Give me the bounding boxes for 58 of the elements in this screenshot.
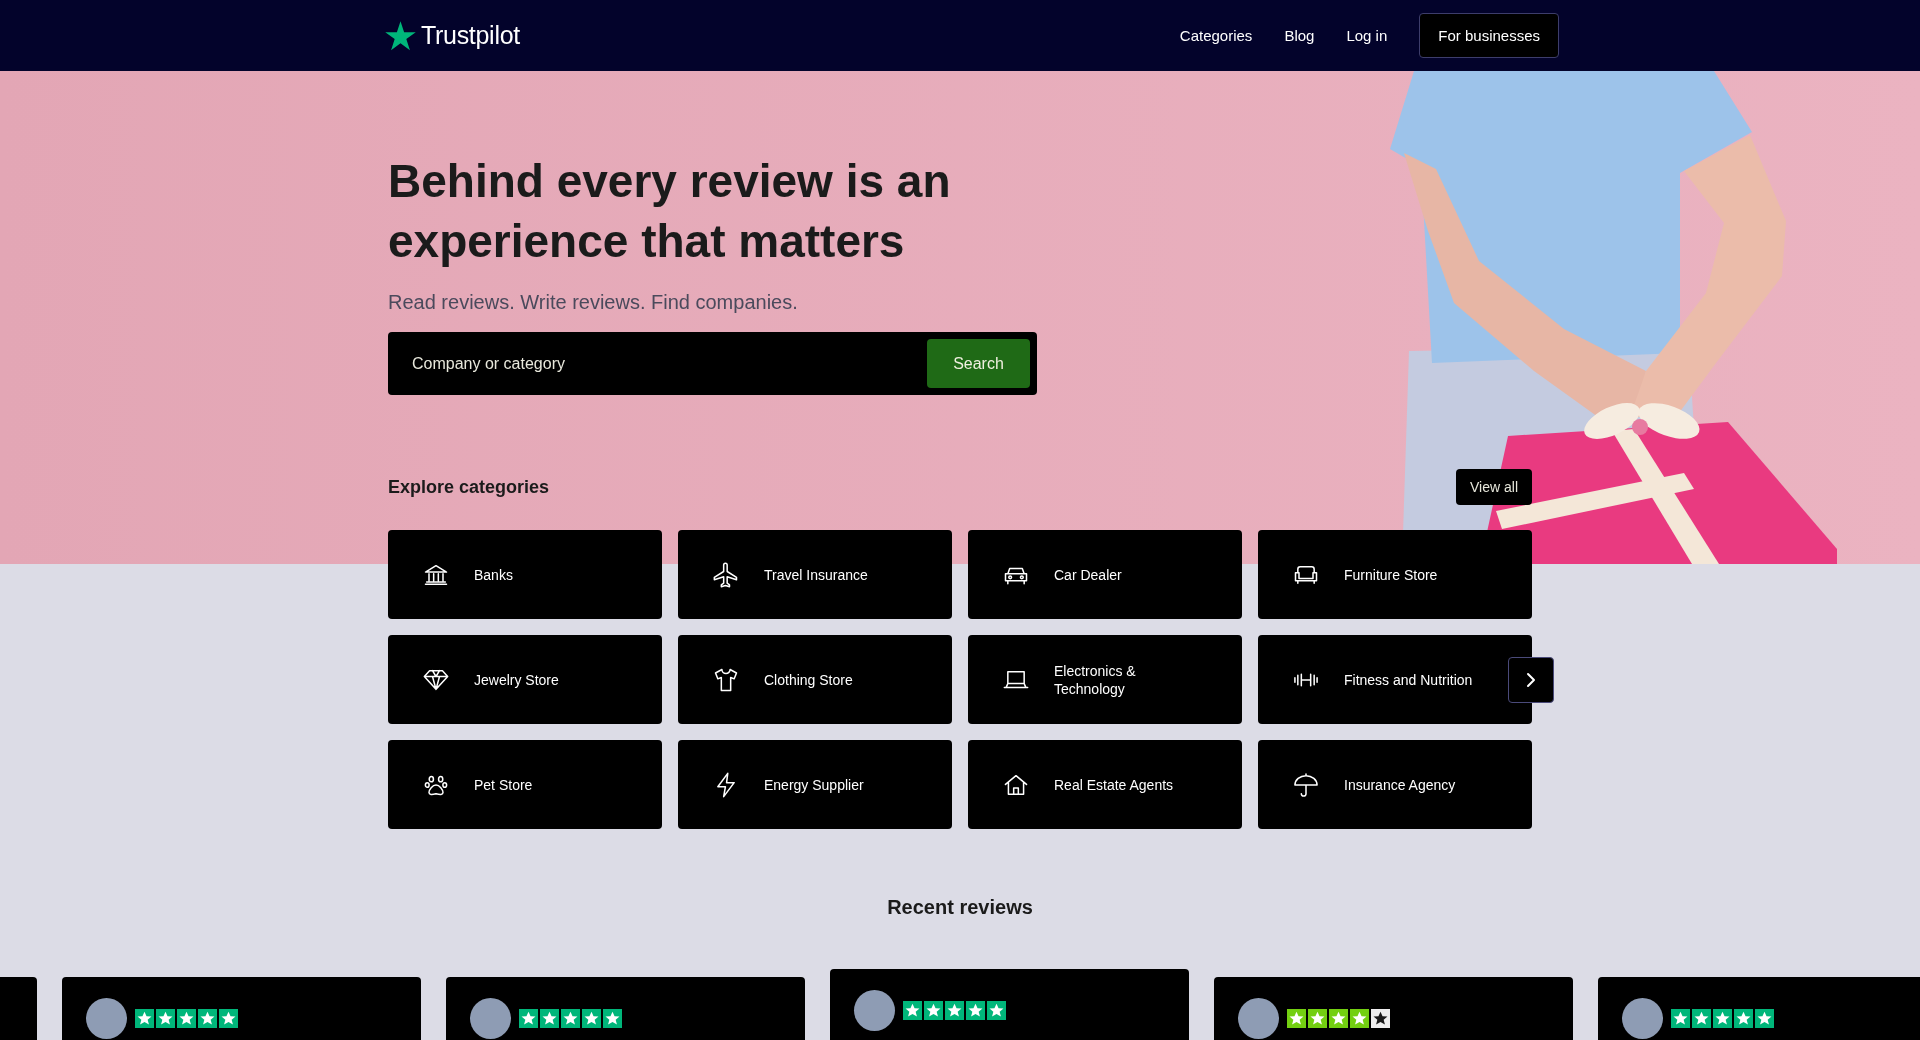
star-icon [198, 1009, 217, 1028]
star-icon [1308, 1009, 1327, 1028]
star-icon [1755, 1009, 1774, 1028]
category-card[interactable]: Insurance Agency [1258, 740, 1532, 829]
star-icon [135, 1009, 154, 1028]
star-icon [1329, 1009, 1348, 1028]
nav-link[interactable]: Blog [1284, 27, 1315, 44]
search-button[interactable]: Search [927, 339, 1030, 388]
star-icon [219, 1009, 238, 1028]
avatar-placeholder [1622, 998, 1663, 1039]
chevron-right-icon [1526, 672, 1536, 688]
star-icon [603, 1009, 622, 1028]
airplane-icon [712, 560, 740, 589]
avatar-placeholder [854, 990, 895, 1031]
star-icon [1287, 1009, 1306, 1028]
section-heading: Explore categories [388, 476, 550, 499]
star-icon [519, 1009, 538, 1028]
next-button[interactable] [1508, 657, 1554, 703]
star-icon [156, 1009, 175, 1028]
star-icon [1692, 1009, 1711, 1028]
avatar-placeholder [1238, 998, 1279, 1039]
site-logo[interactable]: Trustpilot [385, 20, 520, 51]
star-icon [924, 1001, 943, 1020]
category-card[interactable]: Real Estate Agents [968, 740, 1242, 829]
star-icon [966, 1001, 985, 1020]
star-icon [903, 1001, 922, 1020]
star-icon [1734, 1009, 1753, 1028]
category-card[interactable]: Clothing Store [678, 635, 952, 724]
category-card[interactable]: Banks [388, 530, 662, 619]
category-card[interactable]: Pet Store [388, 740, 662, 829]
hero-heading: Behind every review is an experience that matters [388, 154, 952, 269]
star-icon [177, 1009, 196, 1028]
umbrella-icon [1292, 770, 1320, 799]
star-icon [1371, 1009, 1390, 1028]
star-icon [582, 1009, 601, 1028]
avatar-placeholder [86, 998, 127, 1039]
category-card[interactable]: Jewelry Store [388, 635, 662, 724]
star-icon [561, 1009, 580, 1028]
category-card[interactable]: Energy Supplier [678, 740, 952, 829]
view-all-button[interactable]: View all [1456, 469, 1532, 505]
star-icon [1671, 1009, 1690, 1028]
star-icon [1713, 1009, 1732, 1028]
category-card[interactable]: Car Dealer [968, 530, 1242, 619]
star-icon [540, 1009, 559, 1028]
hero-subtitle: Read reviews. Write reviews. Find companies. [388, 290, 798, 315]
star-icon [945, 1001, 964, 1020]
category-card[interactable]: Electronics & Technology [968, 635, 1242, 724]
section-heading: Recent reviews [887, 895, 1033, 920]
star-icon [987, 1001, 1006, 1020]
avatar-placeholder [470, 998, 511, 1039]
category-card[interactable]: Travel Insurance [678, 530, 952, 619]
for-businesses-button[interactable]: For businesses [1419, 13, 1559, 58]
category-card[interactable]: Fitness and Nutrition [1258, 635, 1532, 724]
star-icon [385, 20, 416, 51]
nav-link[interactable]: Categories [1179, 27, 1253, 44]
star-icon [1350, 1009, 1369, 1028]
nav-link[interactable]: Log in [1346, 27, 1388, 44]
category-card[interactable]: Furniture Store [1258, 530, 1532, 619]
